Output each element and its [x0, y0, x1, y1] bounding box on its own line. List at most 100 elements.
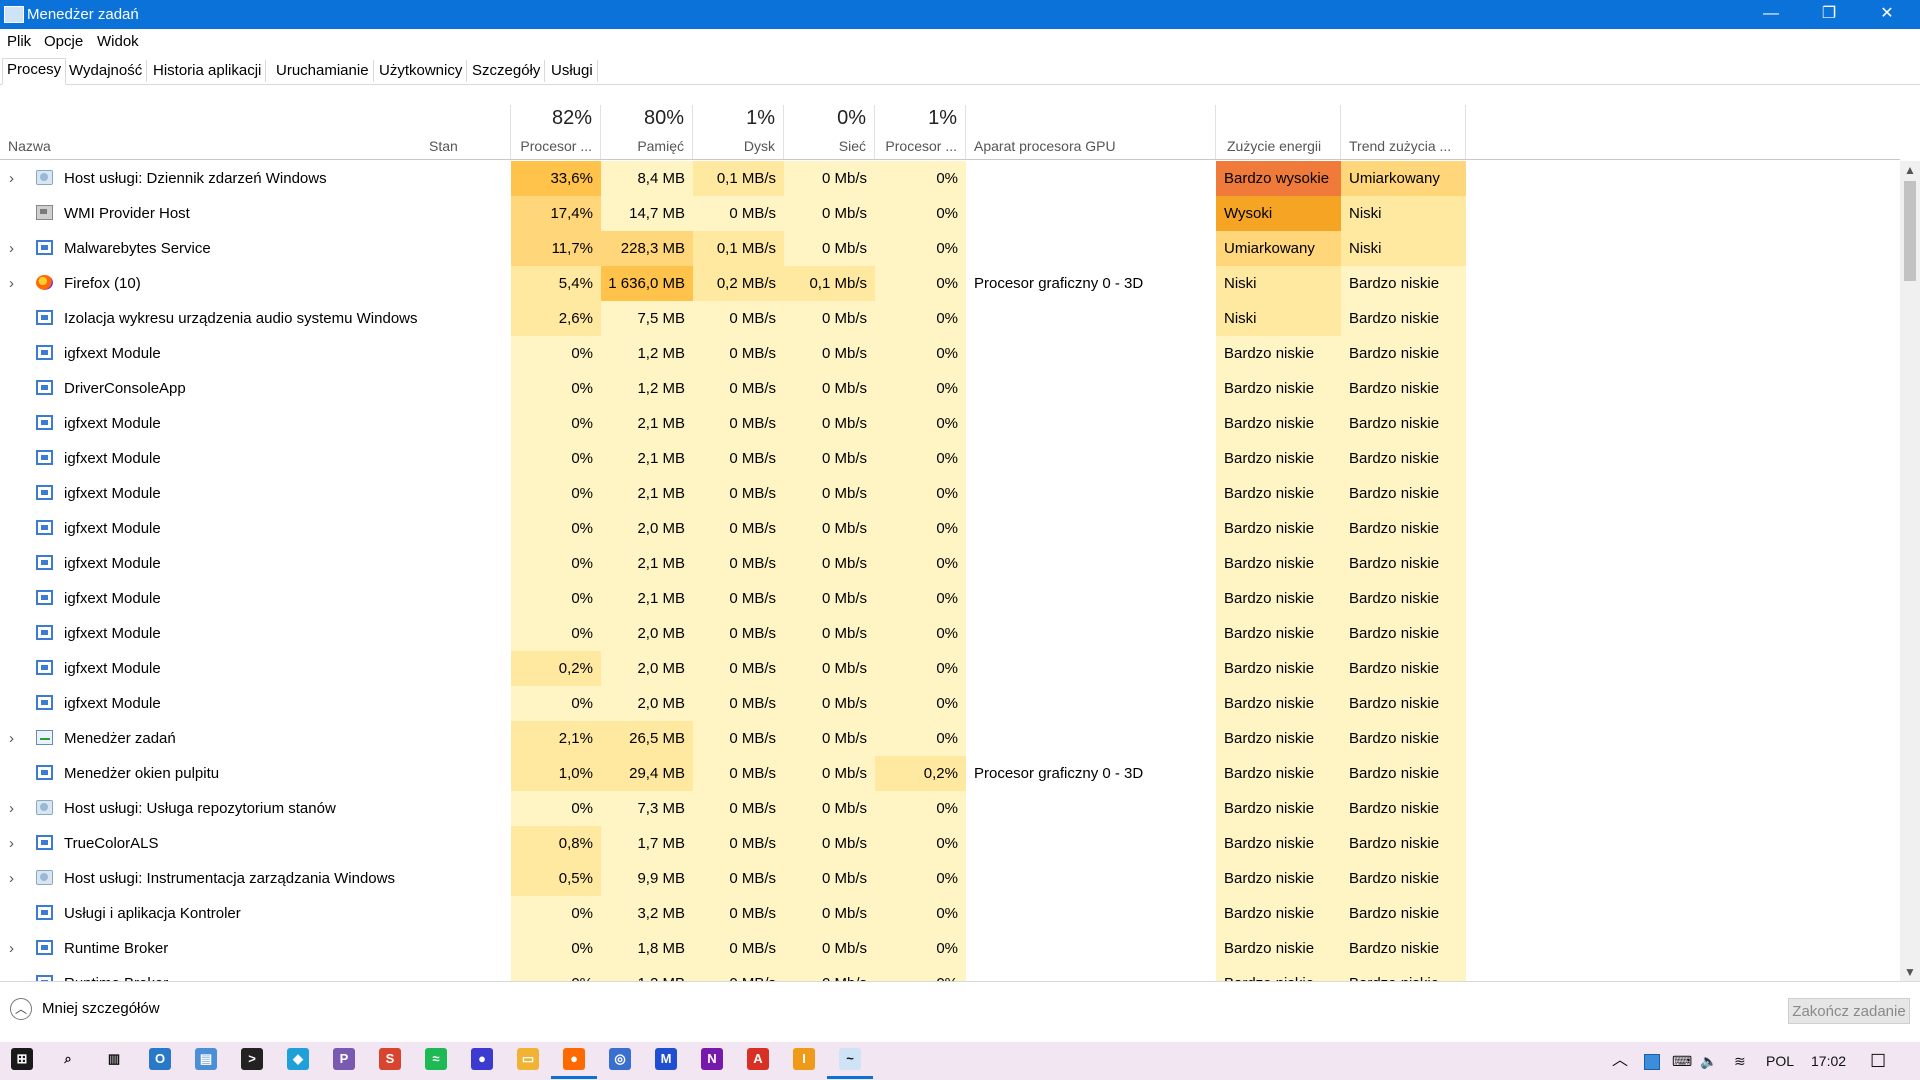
menu-widok[interactable]: Widok: [97, 33, 139, 50]
tab-wydajnosc[interactable]: Wydajność: [65, 60, 148, 82]
table-row[interactable]: igfxext Module 0% 2,1 MB 0 MB/s 0 Mb/s 0% Bard…: [0, 441, 1900, 476]
menu-opcje[interactable]: Opcje: [44, 33, 83, 50]
network-status-icon[interactable]: [1644, 1054, 1660, 1070]
tab-szczegoly[interactable]: Szczegóły: [468, 60, 546, 82]
onenote-icon[interactable]: N: [701, 1048, 723, 1070]
column-cpu[interactable]: 82% Procesor ...: [511, 105, 601, 159]
cell-mem: 14,7 MB: [601, 196, 693, 231]
table-row[interactable]: igfxext Module 0% 2,1 MB 0 MB/s 0 Mb/s 0% Bard…: [0, 546, 1900, 581]
cell-mem: 228,3 MB: [601, 231, 693, 266]
column-memory[interactable]: 80% Pamięć: [601, 105, 693, 159]
column-name-label: Nazwa: [8, 138, 51, 154]
malwarebytes-icon[interactable]: M: [655, 1048, 677, 1070]
kodi-icon[interactable]: ◆: [287, 1048, 309, 1070]
cell-disk: 0 MB/s: [693, 371, 784, 406]
chevron-right-icon[interactable]: ›: [9, 931, 14, 966]
windows-start-icon[interactable]: ⊞: [11, 1048, 33, 1070]
table-row[interactable]: › Malwarebytes Service 11,7% 228,3 MB 0,1 MB…: [0, 231, 1900, 266]
cell-power: Bardzo niskie: [1216, 511, 1341, 546]
table-row[interactable]: › Host usługi: Dziennik zdarzeń Windows 33…: [0, 161, 1900, 196]
firefox-dev-icon[interactable]: ●: [471, 1048, 493, 1070]
table-row[interactable]: › Runtime Broker 0% 1,8 MB 0 MB/s 0 Mb/s 0% Bar…: [0, 931, 1900, 966]
minimize-button[interactable]: —: [1742, 0, 1800, 29]
tab-uruchamianie[interactable]: Uruchamianie: [272, 60, 374, 82]
task-manager-icon[interactable]: ~: [827, 1048, 873, 1079]
volume-icon[interactable]: 🔈: [1700, 1042, 1717, 1080]
table-row[interactable]: igfxext Module 0% 2,0 MB 0 MB/s 0 Mb/s 0% Bard…: [0, 511, 1900, 546]
file-explorer-icon[interactable]: ▭: [517, 1048, 539, 1070]
tab-uslugi[interactable]: Usługi: [547, 60, 598, 82]
chevron-right-icon[interactable]: ›: [9, 791, 14, 826]
less-details-link[interactable]: Mniej szczegółów: [42, 1000, 160, 1017]
column-power-trend[interactable]: Trend zużycia ...: [1341, 105, 1466, 159]
scroll-down-icon[interactable]: ▼: [1900, 963, 1920, 981]
chevron-right-icon[interactable]: ›: [9, 231, 14, 266]
column-disk[interactable]: 1% Dysk: [693, 105, 784, 159]
wifi-icon[interactable]: ≋: [1734, 1042, 1746, 1080]
spotify-icon[interactable]: ≈: [425, 1048, 447, 1070]
vertical-scrollbar[interactable]: ▲ ▼: [1900, 161, 1920, 981]
firefox-icon[interactable]: ●: [551, 1048, 597, 1079]
paint-icon[interactable]: P: [333, 1048, 355, 1070]
table-row[interactable]: DriverConsoleApp 0% 1,2 MB 0 MB/s 0 Mb/s 0% Ba…: [0, 371, 1900, 406]
column-power[interactable]: Zużycie energii: [1216, 105, 1341, 159]
column-status[interactable]: Stan: [421, 105, 511, 159]
table-row[interactable]: igfxext Module 0% 2,1 MB 0 MB/s 0 Mb/s 0% Bard…: [0, 476, 1900, 511]
table-row[interactable]: igfxext Module 0% 2,0 MB 0 MB/s 0 Mb/s 0% Bard…: [0, 686, 1900, 721]
chevron-up-tray-icon[interactable]: ︿: [1612, 1042, 1628, 1080]
chevron-right-icon[interactable]: ›: [9, 161, 14, 196]
table-row[interactable]: ›Runtime Broker0%1,2 MB0 MB/s0 Mb/s0%Bar…: [0, 966, 1900, 981]
chevron-up-icon[interactable]: ︿: [10, 998, 32, 1020]
language-indicator[interactable]: POL: [1766, 1042, 1794, 1080]
table-row[interactable]: Usługi i aplikacja Kontroler 0% 3,2 MB 0 MB…: [0, 896, 1900, 931]
chevron-right-icon[interactable]: ›: [9, 861, 14, 896]
outlook-icon[interactable]: O: [149, 1048, 171, 1070]
chevron-right-icon[interactable]: ›: [9, 826, 14, 861]
tab-uzytkownicy[interactable]: Użytkownicy: [375, 60, 468, 82]
tab-procesy[interactable]: Procesy: [2, 58, 67, 85]
snagit-icon[interactable]: S: [379, 1048, 401, 1070]
keyboard-icon[interactable]: ⌨: [1672, 1042, 1692, 1080]
explorer-app-icon[interactable]: ▤: [195, 1048, 217, 1070]
column-gpu-engine[interactable]: Aparat procesora GPU: [966, 105, 1216, 159]
vpn-icon[interactable]: ◎: [609, 1048, 631, 1070]
column-gpu[interactable]: 1% Procesor ...: [875, 105, 966, 159]
scroll-thumb[interactable]: [1904, 181, 1916, 281]
ilustrator-icon[interactable]: I: [793, 1048, 815, 1070]
table-row[interactable]: Izolacja wykresu urządzenia audio system…: [0, 301, 1900, 336]
table-row[interactable]: Menedżer okien pulpitu 1,0% 29,4 MB 0 MB/s 0…: [0, 756, 1900, 791]
scroll-up-icon[interactable]: ▲: [1900, 161, 1920, 179]
search-icon[interactable]: ⌕: [57, 1048, 79, 1070]
column-name[interactable]: Nazwa: [0, 105, 421, 159]
table-row[interactable]: igfxext Module 0% 2,1 MB 0 MB/s 0 Mb/s 0% Bard…: [0, 581, 1900, 616]
cell-net: 0 Mb/s: [784, 651, 875, 686]
table-row[interactable]: igfxext Module 0% 1,2 MB 0 MB/s 0 Mb/s 0% Bard…: [0, 336, 1900, 371]
task-view-icon[interactable]: ▥: [103, 1048, 125, 1070]
cell-power-trend: Bardzo niskie: [1341, 896, 1466, 931]
table-row[interactable]: › Host usługi: Usługa repozytorium stanów…: [0, 791, 1900, 826]
chevron-right-icon[interactable]: ›: [9, 266, 14, 301]
table-row[interactable]: igfxext Module 0,2% 2,0 MB 0 MB/s 0 Mb/s 0% Ba…: [0, 651, 1900, 686]
cell-mem: 7,5 MB: [601, 301, 693, 336]
maximize-button[interactable]: ❐: [1800, 0, 1858, 29]
tab-historia-aplikacji[interactable]: Historia aplikacji: [149, 60, 267, 82]
close-button[interactable]: ✕: [1858, 0, 1916, 29]
table-row[interactable]: › Host usługi: Instrumentacja zarządzania…: [0, 861, 1900, 896]
table-row[interactable]: igfxext Module 0% 2,1 MB 0 MB/s 0 Mb/s 0% Bard…: [0, 406, 1900, 441]
table-row[interactable]: › TrueColorALS 0,8% 1,7 MB 0 MB/s 0 Mb/s 0% Bar…: [0, 826, 1900, 861]
terminal-icon[interactable]: >: [241, 1048, 263, 1070]
menu-plik[interactable]: Plik: [7, 33, 31, 50]
clock[interactable]: 17:02: [1811, 1042, 1846, 1080]
chevron-right-icon[interactable]: ›: [9, 721, 14, 756]
acrobat-icon[interactable]: A: [747, 1048, 769, 1070]
table-row[interactable]: › Menedżer zadań 2,1% 26,5 MB 0 MB/s 0 Mb/s 0%…: [0, 721, 1900, 756]
column-power-label: Zużycie energii: [1227, 138, 1322, 154]
end-task-button[interactable]: Zakończ zadanie: [1788, 998, 1910, 1024]
table-row[interactable]: › Firefox (10) 5,4% 1 636,0 MB 0,2 MB/s 0,1 M…: [0, 266, 1900, 301]
cell-cpu: 0%: [511, 966, 601, 981]
table-row[interactable]: igfxext Module 0% 2,0 MB 0 MB/s 0 Mb/s 0% Bard…: [0, 616, 1900, 651]
notification-center-icon[interactable]: ☐: [1870, 1042, 1886, 1080]
column-network[interactable]: 0% Sieć: [784, 105, 875, 159]
table-row[interactable]: WMI Provider Host 17,4% 14,7 MB 0 MB/s 0 Mb/…: [0, 196, 1900, 231]
chevron-right-icon[interactable]: ›: [9, 966, 14, 981]
